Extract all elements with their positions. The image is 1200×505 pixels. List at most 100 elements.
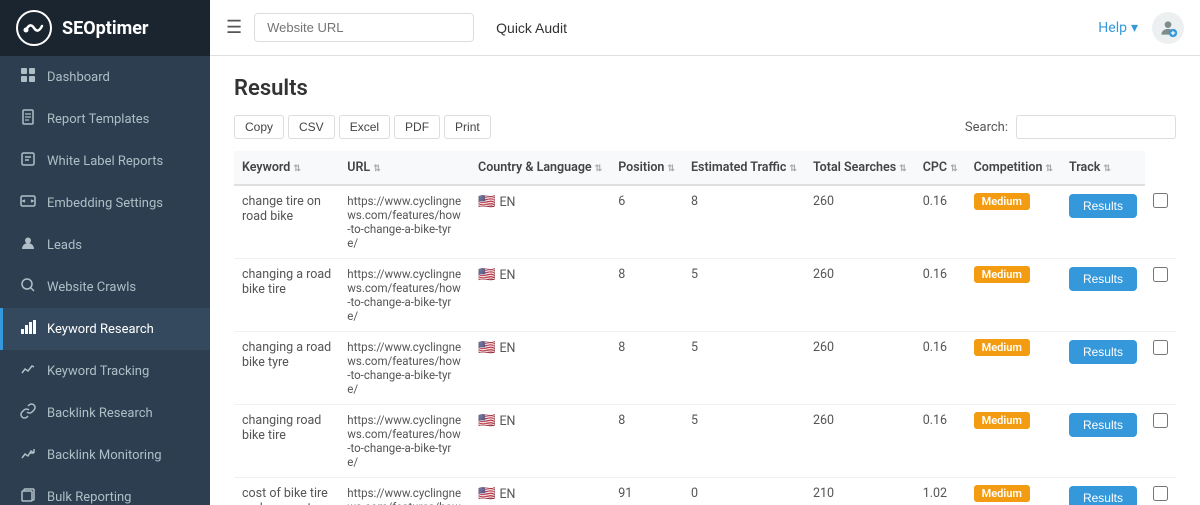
cpc-cell: 0.16 (915, 405, 966, 478)
keyword-cell: change tire on road bike (234, 185, 339, 259)
help-arrow-icon: ▾ (1131, 20, 1138, 36)
website-crawls-icon (19, 277, 37, 297)
country-cell: 🇺🇸EN (470, 405, 610, 478)
page-title: Results (234, 76, 1176, 101)
traffic-cell: 0 (683, 478, 805, 505)
competition-cell: Medium (966, 405, 1061, 478)
export-copy-button[interactable]: Copy (234, 115, 284, 139)
sidebar-item-leads[interactable]: Leads (0, 224, 210, 266)
competition-cell: Medium (966, 332, 1061, 405)
language-label: EN (499, 487, 515, 502)
track-checkbox[interactable] (1153, 413, 1168, 428)
url-input[interactable] (254, 13, 474, 42)
keyword-research-icon (19, 319, 37, 339)
results-button[interactable]: Results (1069, 486, 1137, 505)
flag-icon: 🇺🇸 (478, 267, 495, 283)
export-excel-button[interactable]: Excel (339, 115, 390, 139)
sidebar-item-keyword-research[interactable]: Keyword Research (0, 308, 210, 350)
keyword-tracking-icon (19, 361, 37, 381)
results-button[interactable]: Results (1069, 194, 1137, 218)
export-pdf-button[interactable]: PDF (394, 115, 440, 139)
sidebar-item-backlink-monitoring[interactable]: Backlink Monitoring (0, 434, 210, 476)
hamburger-icon[interactable]: ☰ (226, 17, 242, 38)
results-cell: Results (1061, 405, 1145, 478)
col-header-track[interactable]: Track⇅ (1061, 151, 1145, 185)
searches-cell: 260 (805, 405, 915, 478)
sidebar-item-keyword-tracking[interactable]: Keyword Tracking (0, 350, 210, 392)
traffic-cell: 5 (683, 259, 805, 332)
help-label: Help (1098, 20, 1127, 36)
sidebar-item-white-label-reports[interactable]: White Label Reports (0, 140, 210, 182)
report-templates-icon (19, 109, 37, 129)
results-button[interactable]: Results (1069, 340, 1137, 364)
export-csv-button[interactable]: CSV (288, 115, 335, 139)
col-header-url[interactable]: URL⇅ (339, 151, 470, 185)
export-print-button[interactable]: Print (444, 115, 491, 139)
table-row: changing road bike tire https://www.cycl… (234, 405, 1176, 478)
track-cell (1145, 185, 1176, 259)
traffic-cell: 5 (683, 332, 805, 405)
track-checkbox[interactable] (1153, 267, 1168, 282)
quick-audit-button[interactable]: Quick Audit (486, 14, 577, 42)
track-cell (1145, 259, 1176, 332)
col-header-competition[interactable]: Competition⇅ (966, 151, 1061, 185)
search-input[interactable] (1016, 115, 1176, 139)
sidebar-item-website-crawls[interactable]: Website Crawls (0, 266, 210, 308)
competition-cell: Medium (966, 478, 1061, 505)
flag-icon: 🇺🇸 (478, 486, 495, 502)
help-button[interactable]: Help ▾ (1098, 20, 1138, 36)
traffic-cell: 8 (683, 185, 805, 259)
user-avatar[interactable] (1152, 12, 1184, 44)
sidebar-item-label: White Label Reports (47, 154, 163, 169)
keyword-cell: changing road bike tire (234, 405, 339, 478)
track-cell (1145, 332, 1176, 405)
language-label: EN (499, 341, 515, 356)
export-buttons: CopyCSVExcelPDFPrint (234, 115, 491, 139)
sidebar-item-bulk-reporting[interactable]: Bulk Reporting (0, 476, 210, 505)
url-cell: https://www.cyclingnews.com/features/how… (339, 405, 470, 478)
content-area: Results CopyCSVExcelPDFPrint Search: Key… (210, 56, 1200, 505)
table-row: changing a road bike tire https://www.cy… (234, 259, 1176, 332)
table-body: change tire on road bike https://www.cyc… (234, 185, 1176, 505)
header-row: Keyword⇅URL⇅Country & Language⇅Position⇅… (234, 151, 1176, 185)
url-cell: https://www.cyclingnews.com/features/how… (339, 478, 470, 505)
flag-icon: 🇺🇸 (478, 194, 495, 210)
url-cell: https://www.cyclingnews.com/features/how… (339, 185, 470, 259)
sidebar-item-backlink-research[interactable]: Backlink Research (0, 392, 210, 434)
sidebar-logo: SEOptimer (0, 0, 210, 56)
track-checkbox[interactable] (1153, 193, 1168, 208)
sidebar-item-embedding-settings[interactable]: Embedding Settings (0, 182, 210, 224)
sidebar-item-label: Backlink Research (47, 406, 153, 421)
sidebar-item-label: Leads (47, 238, 82, 253)
country-cell: 🇺🇸 EN (470, 478, 610, 505)
track-checkbox[interactable] (1153, 340, 1168, 355)
sidebar-item-dashboard[interactable]: Dashboard (0, 56, 210, 98)
sidebar-item-label: Embedding Settings (47, 196, 163, 211)
results-button[interactable]: Results (1069, 267, 1137, 291)
col-header-total-searches[interactable]: Total Searches⇅ (805, 151, 915, 185)
country-cell: 🇺🇸EN (470, 259, 610, 332)
sidebar-item-report-templates[interactable]: Report Templates (0, 98, 210, 140)
keyword-cell: changing a road bike tyre (234, 332, 339, 405)
action-bar: CopyCSVExcelPDFPrint Search: (234, 115, 1176, 139)
searches-cell: 260 (805, 332, 915, 405)
competition-badge: Medium (974, 193, 1030, 210)
backlink-monitoring-icon (19, 445, 37, 465)
position-cell: 8 (610, 405, 683, 478)
sidebar-item-label: Report Templates (47, 112, 149, 127)
track-checkbox[interactable] (1153, 486, 1168, 501)
col-header-cpc[interactable]: CPC⇅ (915, 151, 966, 185)
col-header-keyword[interactable]: Keyword⇅ (234, 151, 339, 185)
results-button[interactable]: Results (1069, 413, 1137, 437)
table-header: Keyword⇅URL⇅Country & Language⇅Position⇅… (234, 151, 1176, 185)
results-cell: Results (1061, 185, 1145, 259)
flag-icon: 🇺🇸 (478, 340, 495, 356)
col-header-estimated-traffic[interactable]: Estimated Traffic⇅ (683, 151, 805, 185)
sidebar-item-label: Keyword Tracking (47, 364, 149, 379)
url-cell: https://www.cyclingnews.com/features/how… (339, 259, 470, 332)
col-header-country--language[interactable]: Country & Language⇅ (470, 151, 610, 185)
search-bar: Search: (965, 115, 1176, 139)
col-header-position[interactable]: Position⇅ (610, 151, 683, 185)
competition-badge: Medium (974, 485, 1030, 502)
table-row: changing a road bike tyre https://www.cy… (234, 332, 1176, 405)
